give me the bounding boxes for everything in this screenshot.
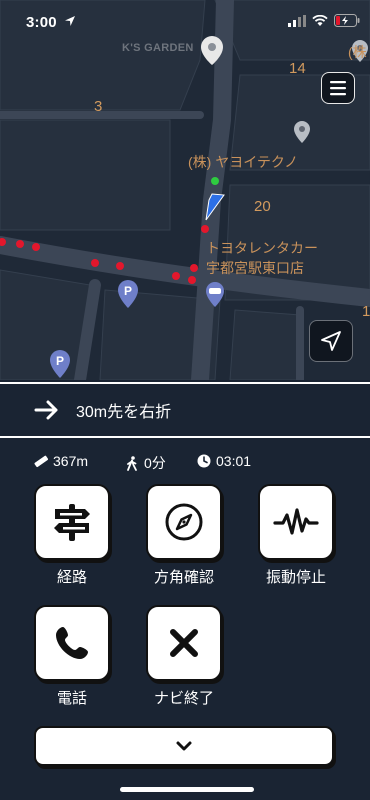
phone-icon [56,627,88,659]
vibration-stop-button[interactable] [258,484,334,560]
signal-icon [288,14,306,27]
route-action[interactable]: 経路 [34,484,112,587]
turn-instruction-bar: 30m先を右折 [0,382,370,438]
location-services-icon [65,16,75,26]
phone-label: 電話 [56,690,87,707]
status-bar: 3:00 [0,0,370,44]
ruler-icon [34,455,48,468]
car-icon [209,288,221,294]
route-button[interactable] [34,484,110,560]
poi-company-label: (株) ヤヨイテクノ [188,154,299,170]
block-number: 14 [289,60,306,77]
collapse-panel-button[interactable] [34,726,334,766]
map-view[interactable]: P P K'S GARDEN (株) ヤヨイテクノ (株 トヨタレンタカー 宇都… [0,0,370,380]
location-arrow-icon [321,331,341,351]
end-navigation-label: ナビ終了 [153,690,214,707]
phone-button[interactable] [34,605,110,681]
arrival-time-value: 03:01 [216,453,252,469]
parking-icon: P [56,354,64,368]
block-number: 20 [254,198,271,215]
trip-stats: 367m 0分 03:01 [0,453,370,475]
battery-charging-icon [334,14,360,27]
compass-label: 方角確認 [153,569,214,586]
current-location-button[interactable] [309,320,353,362]
vibration-stop-action[interactable]: 振動停止 [258,484,336,587]
route-label: 経路 [56,569,87,586]
rental-label-line1: トヨタレンタカー [206,240,318,256]
turn-instruction-text: 30m先を右折 [76,404,172,421]
waveform-icon [273,508,319,535]
distance-stat: 367m [34,453,88,469]
compass-action[interactable]: 方角確認 [146,484,224,587]
clock-icon [197,454,211,468]
phone-action[interactable]: 電話 [34,605,112,708]
vibration-stop-label: 振動停止 [265,569,326,586]
block-number: 3 [94,98,103,115]
home-indicator[interactable] [120,787,254,792]
walk-time-value: 0分 [144,455,166,471]
block-number: 1 [362,303,370,320]
navigation-screen: P P K'S GARDEN (株) ヤヨイテクノ (株 トヨタレンタカー 宇都… [0,0,370,800]
walk-time-stat: 0分 [125,453,166,473]
walking-person-icon [127,455,137,471]
compass-button[interactable] [146,484,222,560]
end-navigation-action[interactable]: ナビ終了 [146,605,224,708]
signpost-icon [54,504,90,541]
status-time: 3:00 [26,14,57,31]
end-navigation-button[interactable] [146,605,222,681]
compass-icon [165,503,203,541]
arrival-stat: 03:01 [197,453,251,469]
chevron-down-icon [176,741,192,751]
rental-label-line2: 宇都宮駅東口店 [206,260,304,276]
close-icon [170,629,198,657]
hamburger-menu-icon [330,81,346,96]
wifi-icon [312,14,328,26]
distance-value: 367m [53,453,89,469]
arrow-right-icon [34,400,58,420]
poi-edge-label: (株 [348,44,367,60]
map-menu-button[interactable] [321,72,355,104]
parking-icon: P [124,284,132,298]
